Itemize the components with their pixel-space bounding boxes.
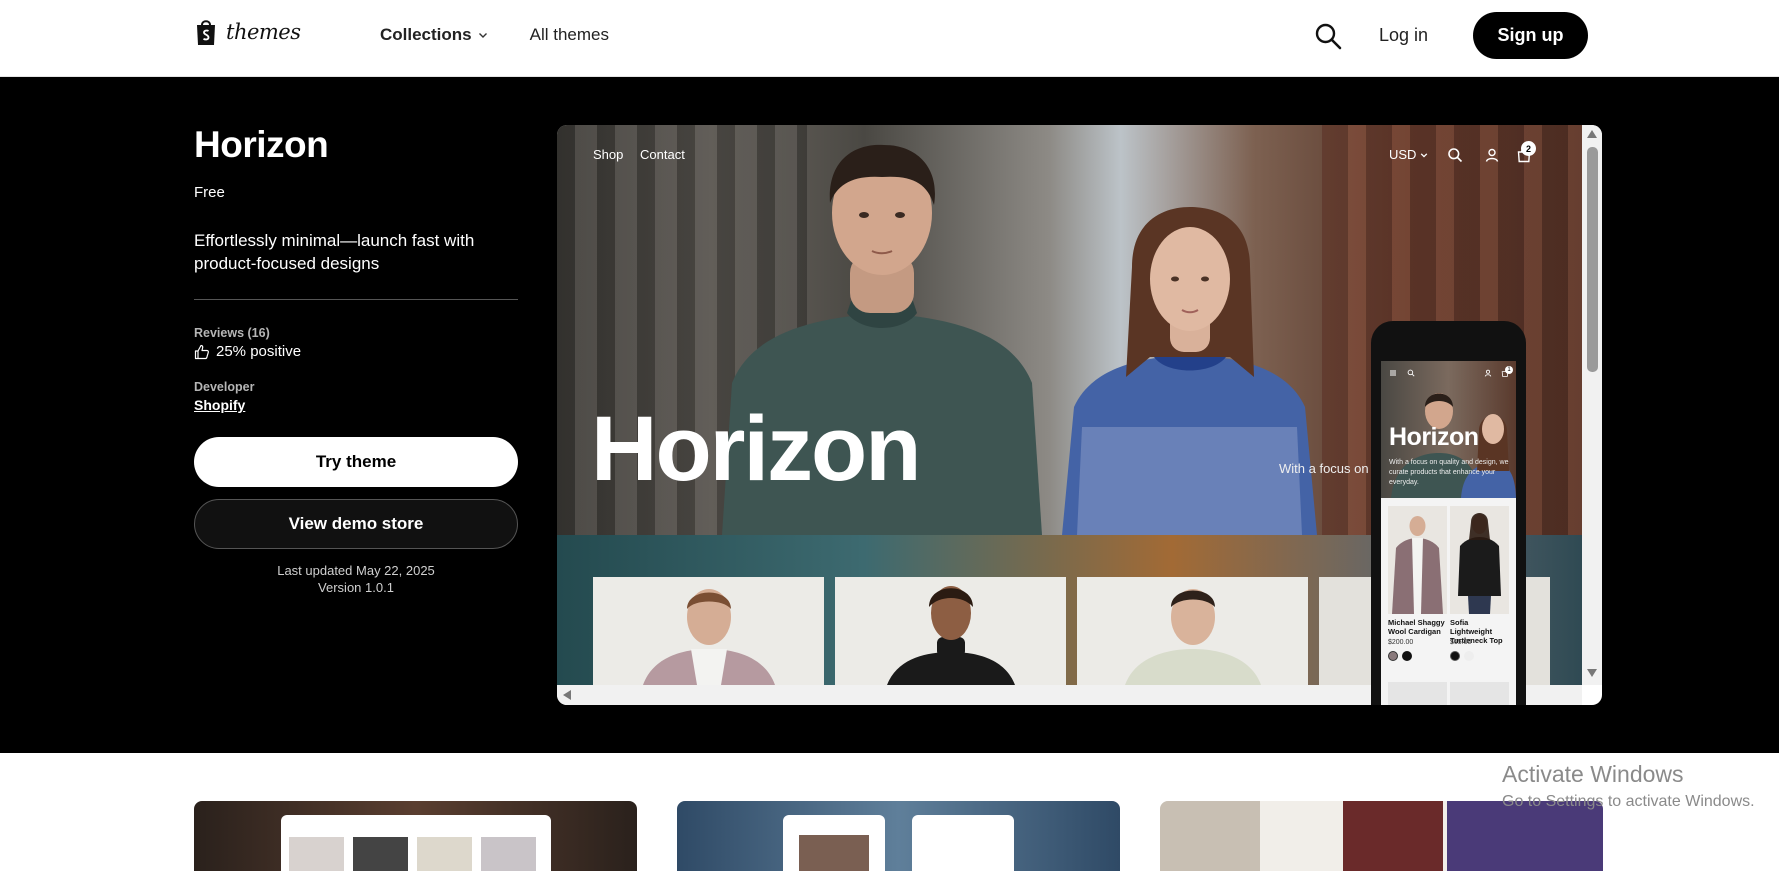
- developer-section: Developer Shopify: [194, 380, 518, 415]
- scroll-left-arrow-icon[interactable]: [563, 690, 571, 700]
- mobile-search-icon[interactable]: [1407, 369, 1415, 377]
- chevron-down-icon: [478, 33, 487, 38]
- reviews-section: Reviews (16) 25% positive: [194, 326, 518, 360]
- preview-hero-title: Horizon: [591, 398, 921, 500]
- mobile-menu-icon[interactable]: [1389, 369, 1397, 377]
- windows-activation-watermark: Activate Windows Go to Settings to activ…: [1502, 761, 1755, 811]
- thumbnail-photo: [1343, 801, 1443, 871]
- theme-price: Free: [194, 184, 225, 201]
- preview-currency-select[interactable]: USD: [1389, 147, 1428, 162]
- mobile-product-image[interactable]: [1388, 506, 1447, 614]
- reviews-value: 25% positive: [216, 343, 302, 360]
- reviews-label: Reviews (16): [194, 326, 270, 340]
- product-image-shirt-man: [1125, 589, 1261, 685]
- mobile-preview[interactable]: 1 Horizon With a focus on quality and de…: [1371, 321, 1526, 705]
- shopify-bag-icon: [197, 20, 215, 45]
- mobile-screen: 1 Horizon With a focus on quality and de…: [1381, 361, 1516, 705]
- thumbnail-product: [417, 837, 472, 871]
- developer-link[interactable]: Shopify: [194, 397, 245, 413]
- thumbs-up-icon: [194, 344, 209, 359]
- mobile-product-price: $200.00: [1388, 639, 1414, 646]
- color-swatch[interactable]: [1402, 651, 1412, 661]
- product-image-cardigan-man: [643, 589, 775, 685]
- thumbnail-photo: [1447, 801, 1603, 871]
- product-image-cardigan: [1392, 516, 1443, 614]
- preview-product-card[interactable]: [835, 577, 1066, 685]
- update-info: Last updated May 22, 2025 Version 1.0.1: [194, 562, 518, 596]
- preview-nav-contact[interactable]: Contact: [640, 147, 685, 162]
- info-divider: [194, 299, 518, 300]
- theme-preview-card[interactable]: [194, 801, 637, 871]
- preview-product-card[interactable]: [593, 577, 824, 685]
- last-updated: Last updated May 22, 2025: [277, 563, 435, 578]
- theme-tagline: Effortlessly minimal—launch fast with pr…: [194, 231, 475, 273]
- mobile-product-price: $65.00: [1450, 639, 1472, 646]
- product-image-turtleneck: [1458, 513, 1501, 614]
- theme-title: Horizon: [194, 124, 329, 165]
- thumbnail-product: [289, 837, 344, 871]
- site-header: themes Collections All themes Log in Sig…: [0, 0, 1779, 77]
- mobile-hero-subtitle: With a focus on quality and design, we c…: [1389, 459, 1509, 486]
- thumbnail-product: [799, 835, 869, 871]
- thumbnail-product: [481, 837, 536, 871]
- theme-preview-card[interactable]: [677, 801, 1120, 871]
- color-swatch[interactable]: [1388, 651, 1398, 661]
- preview-product-card[interactable]: [1077, 577, 1308, 685]
- main-nav: Collections All themes: [380, 25, 609, 45]
- thumbnail-photo: [1160, 801, 1260, 871]
- theme-hero: Horizon Free Effortlessly minimal—launch…: [0, 77, 1779, 753]
- logo-text: themes: [226, 20, 301, 44]
- preview-currency-label: USD: [1389, 147, 1417, 162]
- view-demo-store-button[interactable]: View demo store: [194, 499, 518, 549]
- preview-vertical-scrollbar[interactable]: [1582, 125, 1602, 685]
- nav-collections[interactable]: Collections: [380, 25, 488, 45]
- version: Version 1.0.1: [318, 580, 394, 595]
- color-swatch[interactable]: [1450, 651, 1460, 661]
- mobile-product-name[interactable]: Michael Shaggy Wool Cardigan: [1388, 618, 1450, 636]
- mobile-product-grid: Michael Shaggy Wool Cardigan Sofia Light…: [1381, 498, 1516, 705]
- watermark-line2: Go to Settings to activate Windows.: [1502, 793, 1755, 810]
- mobile-product-image[interactable]: [1388, 682, 1447, 705]
- preview-nav-shop[interactable]: Shop: [593, 147, 623, 162]
- mobile-product-image[interactable]: [1450, 682, 1509, 705]
- developer-label: Developer: [194, 380, 255, 394]
- scroll-up-arrow-icon[interactable]: [1587, 130, 1597, 138]
- watermark-line1: Activate Windows: [1502, 761, 1684, 787]
- search-icon[interactable]: [1314, 22, 1342, 50]
- mobile-account-icon[interactable]: [1484, 369, 1492, 377]
- nav-all-themes-label: All themes: [529, 25, 609, 44]
- preview-search-icon[interactable]: [1447, 147, 1463, 163]
- mobile-hero-title: Horizon: [1389, 423, 1479, 451]
- signup-button[interactable]: Sign up: [1473, 12, 1588, 59]
- theme-preview-card[interactable]: [1160, 801, 1603, 871]
- chevron-down-icon: [1421, 152, 1428, 158]
- shopify-themes-logo[interactable]: themes: [194, 18, 301, 46]
- login-link[interactable]: Log in: [1379, 25, 1428, 46]
- color-swatch[interactable]: [1464, 651, 1474, 661]
- scrollbar-thumb[interactable]: [1587, 147, 1598, 372]
- preview-cart-count: 2: [1521, 141, 1536, 156]
- preview-account-icon[interactable]: [1484, 147, 1500, 163]
- nav-all-themes[interactable]: All themes: [530, 25, 609, 45]
- theme-info-panel: Horizon Free Effortlessly minimal—launch…: [194, 124, 518, 596]
- model-woman-image: [1062, 207, 1317, 535]
- mobile-product-image[interactable]: [1450, 506, 1509, 614]
- try-theme-button[interactable]: Try theme: [194, 437, 518, 487]
- reviews-summary: 25% positive: [194, 343, 518, 360]
- thumbnail-product: [353, 837, 408, 871]
- nav-collections-label: Collections: [380, 25, 472, 44]
- product-image-turtleneck-woman: [887, 586, 1015, 685]
- scroll-down-arrow-icon[interactable]: [1587, 669, 1597, 677]
- mobile-cart-count: 1: [1505, 366, 1513, 374]
